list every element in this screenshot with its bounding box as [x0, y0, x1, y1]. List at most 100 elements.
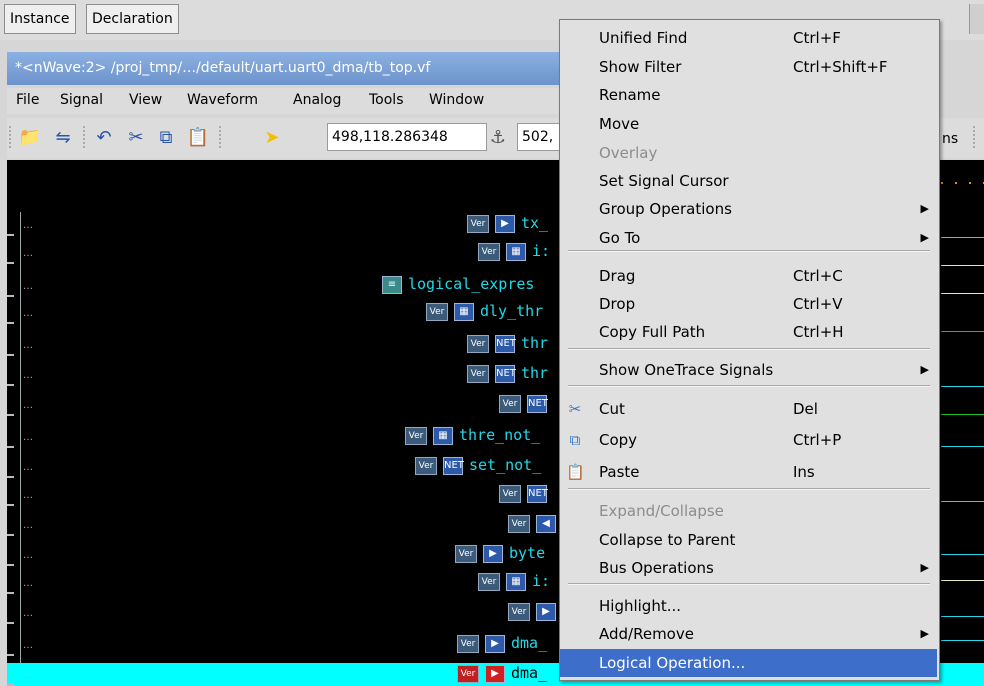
hierarchy-tick: [7, 354, 14, 356]
signal-row[interactable]: Ver NET thr: [467, 362, 548, 384]
menu-separator: [568, 250, 930, 252]
context-menu-item-copy[interactable]: ⧉ Copy Ctrl+P: [560, 426, 937, 454]
signal-row[interactable]: Ver ▦ dly_thr: [426, 300, 543, 322]
context-menu-item-show-filter[interactable]: Show Filter Ctrl+Shift+F: [560, 53, 937, 81]
pointer-cursor-icon[interactable]: ➤: [259, 126, 285, 150]
hierarchy-tick: [7, 534, 14, 536]
signal-row[interactable]: Ver ▦ i:: [478, 570, 550, 592]
signal-row[interactable]: Ver NET thr: [467, 332, 548, 354]
signal-row[interactable]: Ver NET set_not_: [415, 454, 541, 476]
menu-item-label: Drag: [599, 267, 636, 285]
context-menu-item-drag[interactable]: Drag Ctrl+C: [560, 262, 937, 290]
reload-icon[interactable]: ⇋: [50, 126, 76, 150]
hierarchy-tick: [7, 564, 14, 566]
context-menu-item-bus-operations[interactable]: Bus Operations ▶: [560, 554, 937, 582]
waveform-trace[interactable]: [941, 265, 984, 266]
waveform-trace[interactable]: [941, 386, 984, 387]
signal-row[interactable]: Ver ▶ dma_: [457, 662, 547, 684]
context-menu-item-unified-find[interactable]: Unified Find Ctrl+F: [560, 24, 937, 52]
signal-row[interactable]: Ver ▦ i:: [478, 240, 550, 262]
time-units-label[interactable]: ns: [942, 131, 958, 147]
open-folder-icon[interactable]: 📁: [17, 126, 43, 150]
context-menu-item-logical-operation[interactable]: Logical Operation...: [560, 649, 937, 677]
net-icon: NET: [527, 484, 548, 503]
signal-row[interactable]: Ver ▶ byte: [455, 542, 545, 564]
waveform-trace[interactable]: [941, 580, 984, 581]
context-menu-item-expand-collapse: Expand/Collapse: [560, 497, 937, 525]
verilog-tag: Ver: [457, 664, 479, 683]
cursor-time-field[interactable]: 498,118.286348: [327, 123, 487, 151]
paste-icon[interactable]: 📋: [185, 126, 211, 150]
reg-icon: ▦: [433, 426, 453, 445]
marker-icon[interactable]: ⚓: [485, 126, 511, 150]
waveform-trace[interactable]: [941, 554, 984, 555]
waveform-trace[interactable]: [941, 331, 984, 332]
menu-bar: File Signal View Waveform Analog Tools W…: [7, 88, 567, 114]
signal-row[interactable]: Ver ▶ tx_: [467, 212, 548, 234]
context-menu-item-group-operations[interactable]: Group Operations ▶: [560, 195, 937, 223]
undo-icon[interactable]: ↶: [91, 126, 117, 150]
waveform-trace[interactable]: [941, 293, 984, 294]
paste-icon: 📋: [566, 463, 585, 481]
waveform-trace[interactable]: [941, 640, 984, 641]
menu-file[interactable]: File: [16, 92, 39, 108]
menu-signal[interactable]: Signal: [60, 92, 103, 108]
waveform-trace[interactable]: [941, 501, 984, 502]
menu-item-label: Copy Full Path: [599, 323, 706, 341]
menu-view[interactable]: View: [129, 92, 162, 108]
menu-item-label: Show OneTrace Signals: [599, 361, 774, 379]
context-menu-item-highlight[interactable]: Highlight...: [560, 592, 937, 620]
menu-separator: [568, 385, 930, 387]
port-out-icon: ◀: [536, 514, 556, 533]
context-menu-item-go-to[interactable]: Go To ▶: [560, 224, 937, 252]
hierarchy-dots: …: [23, 308, 33, 319]
context-menu-item-drop[interactable]: Drop Ctrl+V: [560, 290, 937, 318]
verilog-tag: Ver: [467, 334, 489, 353]
signal-row[interactable]: ≡ logical_expres: [382, 273, 534, 295]
tab-declaration[interactable]: Declaration: [86, 4, 179, 34]
menu-window[interactable]: Window: [429, 92, 484, 108]
menu-analog[interactable]: Analog: [293, 92, 341, 108]
copy-icon[interactable]: ⧉: [153, 126, 179, 150]
verilog-tag: Ver: [508, 514, 530, 533]
menu-item-label: Copy: [599, 431, 638, 449]
submenu-arrow-icon: ▶: [920, 202, 929, 215]
verilog-tag: Ver: [415, 456, 437, 475]
context-menu-item-collapse-to-parent[interactable]: Collapse to Parent: [560, 526, 937, 554]
menu-tools[interactable]: Tools: [369, 92, 404, 108]
context-menu-item-add-remove[interactable]: Add/Remove ▶: [560, 620, 937, 648]
hierarchy-tick: [7, 476, 14, 478]
signal-row[interactable]: Ver ▶: [508, 600, 562, 622]
waveform-trace[interactable]: [941, 414, 984, 415]
cut-icon[interactable]: ✂: [123, 126, 149, 150]
menu-item-label: Unified Find: [599, 29, 688, 47]
waveform-trace[interactable]: [941, 446, 984, 447]
menu-waveform[interactable]: Waveform: [187, 92, 258, 108]
signal-row[interactable]: Ver NET: [499, 482, 553, 504]
hierarchy-dots: …: [23, 340, 33, 351]
net-icon: NET: [527, 394, 548, 413]
context-menu-item-set-signal-cursor[interactable]: Set Signal Cursor: [560, 167, 937, 195]
time-ruler-ticks: [941, 182, 984, 184]
context-menu-item-cut[interactable]: ✂ Cut Del: [560, 395, 937, 423]
menu-item-label: Add/Remove: [599, 625, 694, 643]
context-menu-item-copy-full-path[interactable]: Copy Full Path Ctrl+H: [560, 318, 937, 346]
menu-item-label: Logical Operation...: [599, 654, 746, 672]
context-menu-item-show-onetrace-signals[interactable]: Show OneTrace Signals ▶: [560, 356, 937, 384]
verilog-tag: Ver: [405, 426, 427, 445]
verilog-tag: Ver: [426, 302, 448, 321]
waveform-trace[interactable]: [941, 616, 984, 617]
context-menu-item-rename[interactable]: Rename: [560, 81, 937, 109]
signal-name: dma_: [511, 634, 548, 652]
signal-row[interactable]: Ver NET: [499, 392, 553, 414]
signal-row[interactable]: Ver ▶ dma_: [457, 632, 547, 654]
verilog-tag: Ver: [467, 214, 489, 233]
waveform-trace[interactable]: [941, 237, 984, 238]
context-menu-item-move[interactable]: Move: [560, 110, 937, 138]
expr-icon: ≡: [382, 275, 402, 294]
tab-instance[interactable]: Instance: [4, 4, 76, 34]
panel-corner-handle[interactable]: [969, 4, 984, 34]
signal-row[interactable]: Ver ▦ thre_not_: [405, 424, 540, 446]
context-menu-item-paste[interactable]: 📋 Paste Ins: [560, 458, 937, 486]
signal-row[interactable]: Ver ◀: [508, 512, 562, 534]
